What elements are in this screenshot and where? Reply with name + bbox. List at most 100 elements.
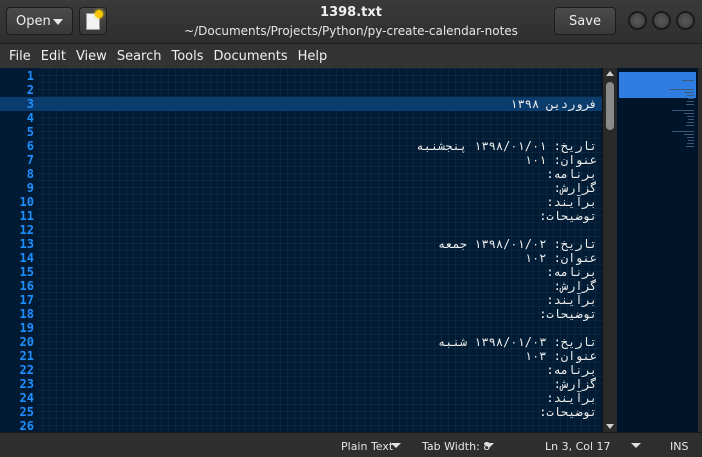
line-number: 14 <box>19 251 34 265</box>
line-number: 24 <box>19 391 34 405</box>
minimap-line <box>686 104 694 105</box>
minimap-line <box>687 101 694 102</box>
scrollbar-thumb[interactable] <box>606 82 614 130</box>
line-text: تاریخ: ۱۳۹۸/۰۱/۰۲ جمعه <box>438 237 597 251</box>
line-number: 4 <box>26 111 34 125</box>
line-number: 20 <box>19 335 34 349</box>
line-text: عنوان: ۱۰۱ <box>524 153 597 167</box>
line-text: برآیند: <box>546 293 597 307</box>
minimap-line <box>687 122 694 123</box>
minimap-line <box>687 116 694 117</box>
line-text: عنوان: ۱۰۲ <box>524 251 597 265</box>
document-minimap[interactable] <box>617 68 698 432</box>
line-text: تاریخ: ۱۳۹۸/۰۱/۰۳ شنبه <box>438 335 597 349</box>
minimap-line <box>686 146 694 147</box>
menu-edit[interactable]: Edit <box>36 49 71 64</box>
editor-line[interactable]: 18 توضیحات: <box>0 307 602 321</box>
line-number: 26 <box>19 419 34 432</box>
scroll-up-icon[interactable] <box>606 71 614 76</box>
editor-line[interactable]: 16 گزارش: <box>0 279 602 293</box>
minimap-line <box>684 113 694 114</box>
minimap-line <box>687 95 694 96</box>
line-number: 17 <box>19 293 34 307</box>
line-number: 10 <box>19 195 34 209</box>
menu-documents[interactable]: Documents <box>209 49 293 64</box>
line-number: 25 <box>19 405 34 419</box>
editor-line[interactable]: 11 توضیحات: <box>0 209 602 223</box>
line-text: عنوان: ۱۰۳ <box>524 349 597 363</box>
scroll-down-icon[interactable] <box>606 424 614 429</box>
menu-search[interactable]: Search <box>112 49 167 64</box>
editor-line[interactable]: 20 تاریخ: ۱۳۹۸/۰۱/۰۳ شنبه <box>0 335 602 349</box>
minimap-viewport[interactable] <box>619 72 696 98</box>
save-button[interactable]: Save <box>554 7 616 35</box>
close-window-button[interactable] <box>676 11 695 30</box>
editor-line[interactable]: 10 برآیند: <box>0 195 602 209</box>
editor-line[interactable]: 7 عنوان: ۱۰۱ <box>0 153 602 167</box>
line-text: گزارش: <box>553 279 597 293</box>
minimap-line <box>684 92 694 93</box>
line-number: 15 <box>19 265 34 279</box>
chevron-down-icon[interactable] <box>391 443 401 448</box>
editor-line[interactable]: 19 <box>0 321 602 335</box>
editor-line[interactable]: 14 عنوان: ۱۰۲ <box>0 251 602 265</box>
editor-line[interactable]: 3 فروردین ۱۳۹۸ <box>0 97 602 111</box>
editor-line[interactable]: 26 <box>0 419 602 432</box>
line-text: فروردین ۱۳۹۸ <box>510 97 597 111</box>
line-number: 16 <box>19 279 34 293</box>
minimap-line <box>688 98 694 99</box>
editor-line[interactable]: 2 <box>0 83 602 97</box>
vertical-scrollbar[interactable] <box>602 68 617 432</box>
line-text: تاریخ: ۱۳۹۸/۰۱/۰۱ پنجشنبه <box>416 139 597 153</box>
line-number: 9 <box>26 181 34 195</box>
tab-width-selector[interactable]: Tab Width: 8 <box>422 440 490 453</box>
editor-line[interactable]: 13 تاریخ: ۱۳۹۸/۰۱/۰۲ جمعه <box>0 237 602 251</box>
minimap-line <box>688 119 694 120</box>
menu-file[interactable]: File <box>4 49 36 64</box>
language-selector[interactable]: Plain Text <box>341 440 393 453</box>
line-text: توضیحات: <box>539 307 597 321</box>
menu-help[interactable]: Help <box>293 49 333 64</box>
editor-line[interactable]: 17 برآیند: <box>0 293 602 307</box>
line-text: برنامه: <box>546 363 597 377</box>
editor-line[interactable]: 21 عنوان: ۱۰۳ <box>0 349 602 363</box>
editor-line[interactable]: 6 تاریخ: ۱۳۹۸/۰۱/۰۱ پنجشنبه <box>0 139 602 153</box>
line-text: گزارش: <box>553 181 597 195</box>
chevron-down-icon[interactable] <box>631 443 641 448</box>
editor-line[interactable]: 5 <box>0 125 602 139</box>
editor-line[interactable]: 25 توضیحات: <box>0 405 602 419</box>
line-number: 23 <box>19 377 34 391</box>
save-button-label: Save <box>569 13 601 29</box>
line-number: 5 <box>26 125 34 139</box>
cursor-position[interactable]: Ln 3, Col 17 <box>545 440 611 453</box>
minimize-window-button[interactable] <box>628 11 647 30</box>
line-number: 22 <box>19 363 34 377</box>
editor-line[interactable]: 23 گزارش: <box>0 377 602 391</box>
minimap-line <box>672 131 694 132</box>
editor-line[interactable]: 4 <box>0 111 602 125</box>
editor-line[interactable]: 15 برنامه: <box>0 265 602 279</box>
line-number: 3 <box>26 97 34 111</box>
line-text: برنامه: <box>546 167 597 181</box>
minimap-line <box>688 140 694 141</box>
editor-line[interactable]: 1 <box>0 69 602 83</box>
chevron-down-icon[interactable] <box>484 443 494 448</box>
minimap-line <box>682 80 694 81</box>
minimap-line <box>684 134 694 135</box>
menu-tools[interactable]: Tools <box>166 49 208 64</box>
menu-view[interactable]: View <box>71 49 112 64</box>
line-text: توضیحات: <box>539 405 597 419</box>
title-bar: Open 1398.txt ~/Documents/Projects/Pytho… <box>0 0 702 44</box>
editor-line[interactable]: 8 برنامه: <box>0 167 602 181</box>
editor-line[interactable]: 12 <box>0 223 602 237</box>
editor-line[interactable]: 24 برآیند: <box>0 391 602 405</box>
insert-mode-indicator[interactable]: INS <box>670 440 688 453</box>
editor-line[interactable]: 9 گزارش: <box>0 181 602 195</box>
line-number: 7 <box>26 153 34 167</box>
maximize-window-button[interactable] <box>652 11 671 30</box>
line-number: 6 <box>26 139 34 153</box>
line-number: 11 <box>19 209 34 223</box>
editor-line[interactable]: 22 برنامه: <box>0 363 602 377</box>
line-number: 19 <box>19 321 34 335</box>
text-editor[interactable]: 1 2 3 فروردین ۱۳۹۸ 4 5 6 تاریخ: ۱۳۹۸/۰۱/۰۱ پنجش… <box>0 68 617 432</box>
